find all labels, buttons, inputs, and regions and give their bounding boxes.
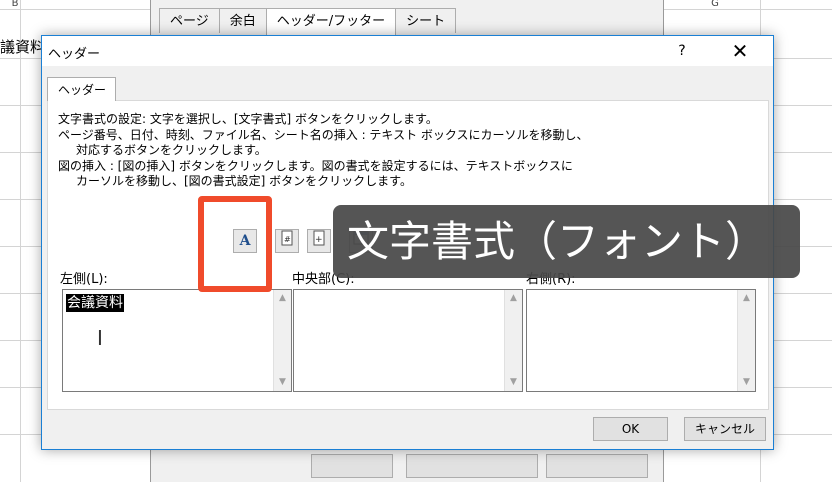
- svg-text:#: #: [284, 235, 291, 244]
- dialog-title: ヘッダー: [48, 47, 101, 62]
- scroll-down-icon[interactable]: ▼: [738, 374, 755, 391]
- page-number-icon: #: [281, 230, 293, 246]
- svg-text:+: +: [315, 235, 323, 245]
- scroll-up-icon[interactable]: ▲: [274, 290, 291, 307]
- page-count-icon: +: [313, 230, 325, 246]
- scroll-down-icon[interactable]: ▼: [274, 374, 291, 391]
- insert-page-number-button[interactable]: #: [275, 229, 299, 253]
- page-setup-button[interactable]: [546, 454, 648, 478]
- instruction-line: 図の挿入 : [図の挿入] ボタンをクリックします。図の書式を設定するには、テキ…: [58, 158, 573, 173]
- scrollbar[interactable]: ▲ ▼: [273, 290, 291, 391]
- page-setup-tabs: ページ 余白 ヘッダー/フッター シート: [159, 8, 457, 35]
- column-header-g[interactable]: G: [700, 0, 730, 8]
- title-bar: ヘッダー ? ✕: [42, 36, 773, 66]
- page-setup-button[interactable]: [406, 454, 538, 478]
- instruction-line: 文字書式の設定: 文字を選択し、[文字書式] ボタンをクリックします。: [58, 112, 438, 126]
- column-header-b[interactable]: B: [0, 0, 30, 8]
- scrollbar[interactable]: ▲ ▼: [504, 290, 522, 391]
- text-cursor-icon: I: [97, 326, 103, 350]
- left-section-textbox[interactable]: 会議資料 I ▲ ▼: [62, 289, 292, 392]
- tab-sheet[interactable]: シート: [395, 8, 457, 33]
- ok-button[interactable]: OK: [593, 417, 668, 441]
- cancel-button[interactable]: キャンセル: [684, 417, 766, 441]
- insert-page-count-button[interactable]: +: [307, 229, 331, 253]
- scroll-down-icon[interactable]: ▼: [505, 374, 522, 391]
- tab-header-footer[interactable]: ヘッダー/フッター: [265, 8, 397, 35]
- scroll-up-icon[interactable]: ▲: [505, 290, 522, 307]
- scroll-up-icon[interactable]: ▲: [738, 290, 755, 307]
- tab-header[interactable]: ヘッダー: [47, 77, 116, 101]
- instruction-line: ページ番号、日付、時刻、ファイル名、シート名の挿入 : テキスト ボックスにカー…: [58, 127, 589, 142]
- instruction-line: カーソルを移動し、[図の書式設定] ボタンをクリックします。: [76, 174, 412, 188]
- page-setup-button[interactable]: [311, 454, 393, 478]
- center-section-textbox[interactable]: ▲ ▼: [293, 289, 523, 392]
- highlight-box: [198, 196, 272, 292]
- tab-margins[interactable]: 余白: [218, 8, 267, 33]
- help-button[interactable]: ?: [667, 40, 697, 62]
- instructions: 文字書式の設定: 文字を選択し、[文字書式] ボタンをクリックします。 ページ番…: [58, 112, 589, 190]
- close-button[interactable]: ✕: [723, 38, 757, 64]
- grid-line: [20, 0, 21, 482]
- selected-text: 会議資料: [66, 294, 124, 312]
- instruction-line: 対応するボタンをクリックします。: [76, 143, 267, 157]
- overlay-caption: 文字書式（フォント）: [333, 205, 800, 278]
- scrollbar[interactable]: ▲ ▼: [737, 290, 755, 391]
- left-section-label: 左側(L):: [60, 272, 108, 287]
- right-section-textbox[interactable]: ▲ ▼: [526, 289, 756, 392]
- tab-page[interactable]: ページ: [159, 8, 220, 33]
- cell-content[interactable]: 議資料: [0, 36, 45, 57]
